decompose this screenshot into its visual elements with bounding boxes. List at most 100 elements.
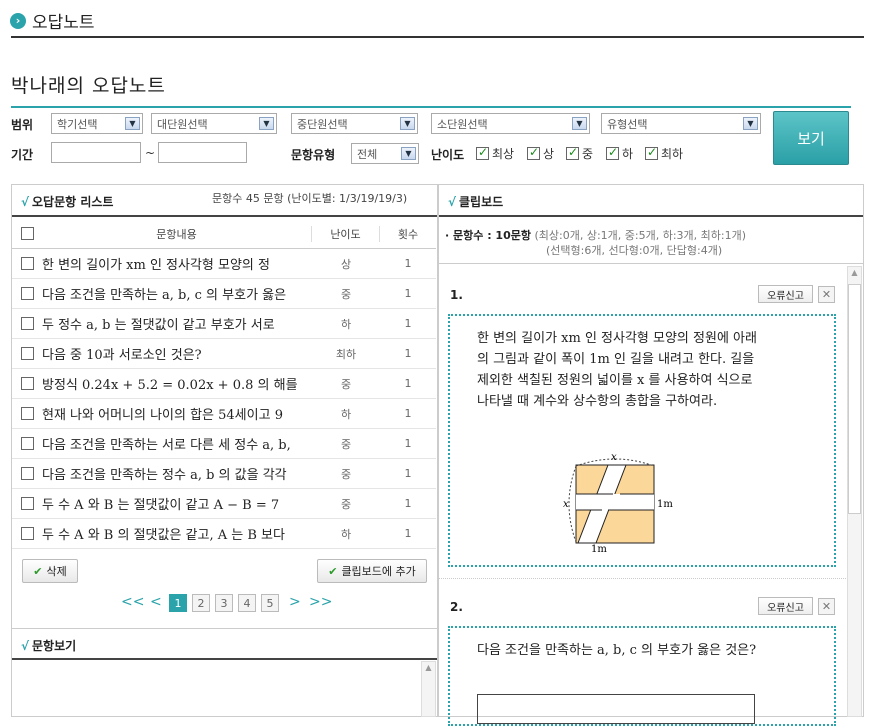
row-checkbox[interactable]: [20, 527, 34, 540]
list-title: √ 오답문항 리스트: [21, 193, 113, 210]
table-row[interactable]: 다음 조건을 만족하는 a, b, c 의 부호가 옳은 중 1: [12, 279, 436, 309]
difficulty-checkbox[interactable]: [476, 145, 489, 160]
page-1[interactable]: 1: [169, 594, 187, 612]
difficulty-option-low[interactable]: 하: [606, 145, 633, 162]
type-select[interactable]: 유형선택 ▼: [601, 113, 761, 134]
row-count: 1: [404, 347, 412, 360]
row-content[interactable]: 두 정수 a, b 는 절댓값이 같고 부호가 서로: [42, 314, 312, 333]
scroll-thumb[interactable]: [848, 284, 861, 514]
difficulty-checkbox[interactable]: [566, 145, 579, 160]
row-checkbox[interactable]: [20, 287, 34, 300]
row-content[interactable]: 다음 조건을 만족하는 정수 a, b 의 값을 각각: [42, 464, 312, 483]
row-difficulty: 하: [340, 407, 352, 421]
table-row[interactable]: 방정식 0.24x + 5.2 = 0.02x + 0.8 의 해를 중 1: [12, 369, 436, 399]
close-icon[interactable]: ✕: [818, 598, 835, 615]
table-row[interactable]: 두 수 A 와 B 의 절댓값은 같고, A 는 B 보다 하 1: [12, 519, 436, 549]
clipboard-count-detail: (최상:0개, 상:1개, 중:5개, 하:3개, 최하:1개): [534, 229, 747, 242]
garden-figure: x x 1m 1m: [563, 452, 673, 555]
pager-next[interactable]: >: [289, 594, 301, 610]
period-end-input[interactable]: [158, 142, 247, 163]
minor-unit-select[interactable]: 소단원선택 ▼: [431, 113, 590, 134]
question-2-text: 다음 조건을 만족하는 a, b, c 의 부호가 옳은 것은?: [477, 643, 757, 658]
header-divider: [11, 36, 864, 38]
clipboard-count-label: · 문항수 : 10문항: [445, 229, 531, 242]
row-checkbox[interactable]: [20, 377, 34, 390]
preview-title: √ 문항보기: [21, 637, 76, 654]
difficulty-option-high[interactable]: 상: [527, 145, 554, 162]
row-checkbox[interactable]: [20, 317, 34, 330]
close-icon[interactable]: ✕: [818, 286, 835, 303]
row-difficulty: 하: [340, 317, 352, 331]
row-difficulty: 하: [340, 527, 352, 541]
row-checkbox[interactable]: [20, 407, 34, 420]
table-row[interactable]: 한 변의 길이가 xm 인 정사각형 모양의 정 상 1: [12, 249, 436, 279]
row-count: 1: [404, 407, 412, 420]
table-row[interactable]: 현재 나와 어머니의 나이의 합은 54세이고 9 하 1: [12, 399, 436, 429]
page-3[interactable]: 3: [215, 594, 233, 612]
row-checkbox[interactable]: [20, 437, 34, 450]
page-5[interactable]: 5: [261, 594, 279, 612]
add-to-clipboard-button[interactable]: ✔ 클립보드에 추가: [317, 559, 427, 583]
col-content: 문항내용: [42, 225, 312, 242]
difficulty-option-lowest[interactable]: 최하: [645, 145, 683, 162]
table-row[interactable]: 다음 중 10과 서로소인 것은? 최하 1: [12, 339, 436, 369]
row-content[interactable]: 두 수 A 와 B 는 절댓값이 같고 A − B = 7: [42, 494, 312, 513]
row-content[interactable]: 한 변의 길이가 xm 인 정사각형 모양의 정: [42, 254, 312, 273]
view-button[interactable]: 보기: [773, 111, 849, 165]
table-row[interactable]: 두 수 A 와 B 는 절댓값이 같고 A − B = 7 중 1: [12, 489, 436, 519]
left-dimension: [568, 465, 577, 543]
row-content[interactable]: 다음 중 10과 서로소인 것은?: [42, 344, 312, 363]
scroll-up-icon[interactable]: ▲: [421, 663, 436, 677]
period-start-input[interactable]: [51, 142, 141, 163]
table-row[interactable]: 두 정수 a, b 는 절댓값이 같고 부호가 서로 하 1: [12, 309, 436, 339]
difficulty-checkbox[interactable]: [606, 145, 619, 160]
list-header-row: 문항내용 난이도 횟수: [12, 219, 436, 249]
pager-last[interactable]: >>: [309, 594, 332, 610]
pager-prev[interactable]: <: [150, 594, 162, 610]
check-icon: ✔: [328, 564, 338, 578]
scope-label: 범위: [11, 118, 34, 132]
report-error-button[interactable]: 오류신고: [758, 285, 813, 303]
row-content[interactable]: 현재 나와 어머니의 나이의 합은 54세이고 9: [42, 404, 312, 423]
preview-divider: [12, 628, 437, 629]
difficulty-option-mid[interactable]: 중: [566, 145, 593, 162]
row-content[interactable]: 두 수 A 와 B 의 절댓값은 같고, A 는 B 보다: [42, 524, 312, 543]
row-checkbox[interactable]: [20, 347, 34, 360]
difficulty-checkbox[interactable]: [527, 145, 540, 160]
row-content[interactable]: 다음 조건을 만족하는 a, b, c 의 부호가 옳은: [42, 284, 312, 303]
page-title: 박나래의 오답노트: [11, 75, 166, 97]
row-difficulty: 중: [340, 497, 352, 511]
page-4[interactable]: 4: [238, 594, 256, 612]
row-content[interactable]: 다음 조건을 만족하는 서로 다른 세 정수 a, b,: [42, 434, 312, 453]
major-unit-select[interactable]: 대단원선택 ▼: [151, 113, 277, 134]
row-checkbox[interactable]: [20, 497, 34, 510]
list-title-text: 오답문항 리스트: [32, 195, 114, 209]
figure-label-x-left: x: [563, 499, 569, 510]
row-checkbox-cell: [12, 527, 42, 540]
row-content[interactable]: 방정식 0.24x + 5.2 = 0.02x + 0.8 의 해를: [42, 374, 312, 393]
difficulty-checkbox[interactable]: [645, 145, 658, 160]
report-error-button[interactable]: 오류신고: [758, 597, 813, 615]
middle-unit-select[interactable]: 중단원선택 ▼: [291, 113, 418, 134]
list-header-divider: [12, 215, 437, 217]
question-type-select[interactable]: 전체 ▼: [351, 143, 419, 164]
pager-first[interactable]: <<: [121, 594, 144, 610]
row-checkbox[interactable]: [20, 257, 34, 270]
scroll-up-icon[interactable]: ▲: [847, 268, 862, 282]
row-checkbox-cell: [12, 497, 42, 510]
delete-button[interactable]: ✔ 삭제: [22, 559, 78, 583]
page-2[interactable]: 2: [192, 594, 210, 612]
chevron-down-icon: ▼: [743, 117, 758, 130]
semester-select[interactable]: 학기선택 ▼: [51, 113, 143, 134]
col-difficulty: 난이도: [312, 225, 380, 242]
table-row[interactable]: 다음 조건을 만족하는 서로 다른 세 정수 a, b, 중 1: [12, 429, 436, 459]
difficulty-option-highest[interactable]: 최상: [476, 145, 514, 162]
question-2-condition-box: [477, 694, 755, 724]
table-row[interactable]: 다음 조건을 만족하는 정수 a, b 의 값을 각각 중 1: [12, 459, 436, 489]
chevron-down-icon: ▼: [401, 147, 416, 160]
row-checkbox-cell: [12, 317, 42, 330]
select-all-checkbox[interactable]: [20, 227, 34, 240]
row-count: 1: [404, 257, 412, 270]
row-count: 1: [404, 317, 412, 330]
row-checkbox[interactable]: [20, 467, 34, 480]
